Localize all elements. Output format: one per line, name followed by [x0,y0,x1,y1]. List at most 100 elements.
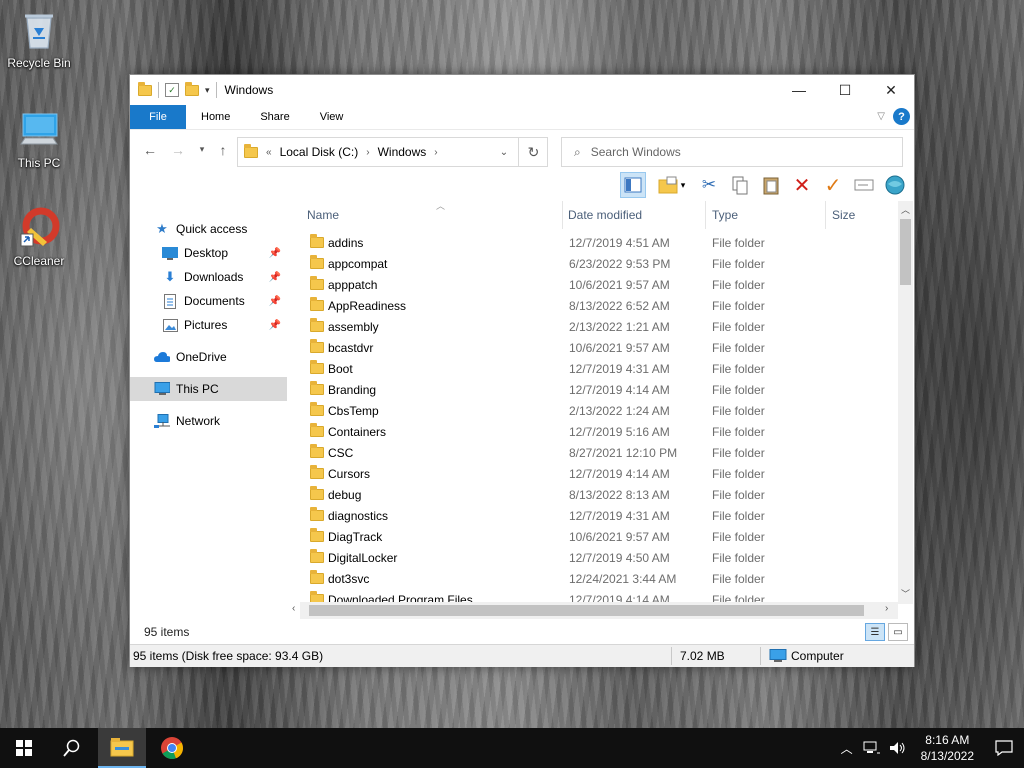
maximize-button[interactable]: ☐ [822,75,868,105]
copy-icon[interactable] [727,172,753,198]
onedrive-cloud-icon [154,350,170,364]
help-icon[interactable]: ? [893,108,910,125]
desktop-icon-ccleaner[interactable]: CCleaner [4,206,74,268]
scroll-right-icon[interactable]: › [885,603,888,614]
taskbar-chrome[interactable] [148,728,196,768]
pin-icon[interactable]: 📌 [269,272,281,283]
file-row[interactable]: Branding 12/7/2019 4:14 AM File folder [300,379,890,400]
up-button[interactable]: ↑ [213,142,233,158]
file-row[interactable]: CSC 8/27/2021 12:10 PM File folder [300,442,890,463]
search-icon [63,739,80,757]
file-row[interactable]: addins 12/7/2019 4:51 AM File folder [300,232,890,253]
desktop-icon-this-pc[interactable]: This PC [4,108,74,170]
notifications-button[interactable] [984,728,1024,768]
nav-this-pc[interactable]: This PC [130,377,287,401]
rename-icon[interactable] [851,172,877,198]
minimize-button[interactable]: — [776,75,822,105]
scroll-down-icon[interactable]: ﹀ [898,587,913,600]
file-row[interactable]: appcompat 6/23/2022 9:53 PM File folder [300,253,890,274]
pin-icon[interactable]: 📌 [269,248,281,259]
checkmark-icon[interactable]: ✓ [820,172,846,198]
details-view-button[interactable]: ☰ [865,623,885,641]
pictures-icon [162,318,178,332]
chevron-right-icon[interactable]: › [434,147,437,158]
nav-network[interactable]: Network [154,409,311,433]
file-row[interactable]: apppatch 10/6/2021 9:57 AM File folder [300,274,890,295]
breadcrumb-windows[interactable]: Windows [378,145,427,159]
address-overflow[interactable]: « [266,147,272,158]
tab-file[interactable]: File [130,105,186,129]
recent-locations-icon[interactable]: ▾ [192,144,212,155]
scroll-up-icon[interactable]: ︿ [898,203,913,216]
horizontal-scrollbar[interactable]: ‹ › [292,602,898,619]
vertical-scroll-thumb[interactable] [900,219,911,285]
pin-icon[interactable]: 📌 [269,296,281,307]
nav-quick-access[interactable]: ★ Quick access [154,217,311,241]
address-dropdown-icon[interactable]: ⌄ [493,147,515,158]
breadcrumb-local-disk[interactable]: Local Disk (C:) [280,145,359,159]
star-icon: ★ [156,221,168,236]
file-row[interactable]: Cursors 12/7/2019 4:14 AM File folder [300,463,890,484]
properties-icon[interactable]: ✓ [165,83,179,97]
file-date-modified: 8/13/2022 6:52 AM [569,298,670,313]
show-hidden-icons-icon[interactable]: ︿ [841,740,853,757]
file-row[interactable]: dot3svc 12/24/2021 3:44 AM File folder [300,568,890,589]
expand-ribbon-icon[interactable]: ▽ [877,111,885,122]
tab-view[interactable]: View [305,105,359,129]
search-input[interactable]: ⌕ Search Windows [561,137,903,167]
file-row[interactable]: AppReadiness 8/13/2022 6:52 AM File folder [300,295,890,316]
volume-icon[interactable] [889,741,907,755]
tab-share[interactable]: Share [245,105,304,129]
recycle-bin-icon [17,8,61,52]
pin-icon[interactable]: 📌 [269,320,281,331]
title-bar[interactable]: ✓ ▾ Windows — ☐ ✕ [130,75,914,105]
customize-qat-icon[interactable]: ▾ [205,85,210,96]
start-button[interactable] [0,728,48,768]
file-row[interactable]: Boot 12/7/2019 4:31 AM File folder [300,358,890,379]
horizontal-scroll-thumb[interactable] [309,605,864,616]
cut-icon[interactable]: ✂ [696,172,722,198]
address-bar[interactable]: « Local Disk (C:) › Windows › ⌄ [237,137,548,167]
tab-home[interactable]: Home [186,105,245,129]
back-button[interactable]: ← [140,142,160,158]
file-row[interactable]: DiagTrack 10/6/2021 9:57 AM File folder [300,526,890,547]
globe-icon[interactable] [882,172,908,198]
preview-pane-button[interactable] [620,172,646,198]
nav-onedrive[interactable]: OneDrive [154,345,311,369]
file-row[interactable]: debug 8/13/2022 8:13 AM File folder [300,484,890,505]
file-type: File folder [712,445,765,460]
new-folder-icon[interactable] [185,81,199,96]
delete-icon[interactable]: ✕ [789,172,815,198]
vertical-scrollbar[interactable]: ︿ ﹀ [898,201,913,604]
nav-desktop[interactable]: Desktop 📌 [162,241,287,265]
scroll-left-icon[interactable]: ‹ [292,603,295,614]
new-folder-button[interactable]: ▾ [651,172,691,198]
column-header-size[interactable]: Size [832,201,892,229]
content-area: ★ Quick access Desktop 📌 ⬇ Downloads 📌 D… [130,201,914,644]
close-button[interactable]: ✕ [868,75,914,105]
chevron-right-icon[interactable]: › [366,147,369,158]
refresh-button[interactable]: ↻ [518,137,548,167]
taskbar-file-explorer[interactable] [98,728,146,768]
column-header-date[interactable]: Date modified [568,201,702,229]
file-row[interactable]: Containers 12/7/2019 5:16 AM File folder [300,421,890,442]
file-type: File folder [712,319,765,334]
network-status-icon[interactable] [863,741,881,755]
forward-button[interactable]: → [168,142,188,158]
file-row[interactable]: bcastdvr 10/6/2021 9:57 AM File folder [300,337,890,358]
search-button[interactable] [48,728,96,768]
column-header-name[interactable]: Name ︿ [307,201,562,229]
paste-icon[interactable] [758,172,784,198]
file-row[interactable]: CbsTemp 2/13/2022 1:24 AM File folder [300,400,890,421]
column-header-type[interactable]: Type [712,201,824,229]
clock[interactable]: 8:16 AM 8/13/2022 [921,732,974,764]
nav-pictures[interactable]: Pictures 📌 [162,313,287,337]
file-row[interactable]: assembly 2/13/2022 1:21 AM File folder [300,316,890,337]
file-row[interactable]: DigitalLocker 12/7/2019 4:50 AM File folde… [300,547,890,568]
nav-documents[interactable]: Documents 📌 [162,289,287,313]
nav-downloads[interactable]: ⬇ Downloads 📌 [162,265,287,289]
folder-icon [310,507,324,521]
desktop-icon-recycle-bin[interactable]: Recycle Bin [4,8,74,70]
large-icons-view-button[interactable]: ▭ [888,623,908,641]
file-row[interactable]: diagnostics 12/7/2019 4:31 AM File folder [300,505,890,526]
